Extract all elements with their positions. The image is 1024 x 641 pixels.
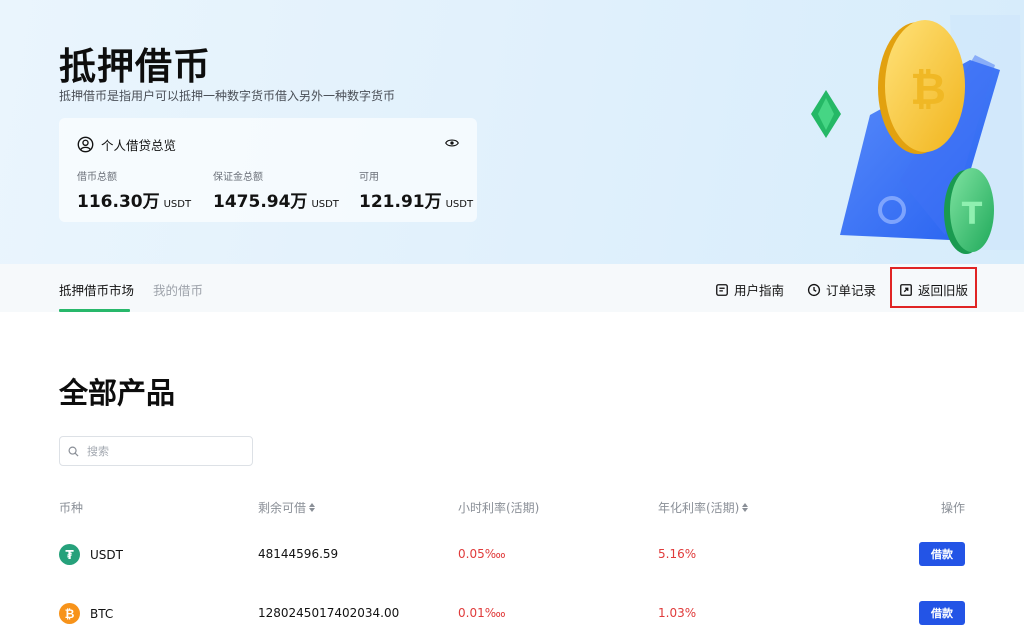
stat-label: 借币总额 <box>77 172 117 183</box>
table-row: ₮ USDT 48144596.59 0.05‱ 5.16% 借款 <box>0 535 1024 575</box>
stat-unit: USDT <box>445 199 474 210</box>
search-icon <box>68 446 79 457</box>
highlight-box <box>890 267 977 308</box>
stat-available: 可用 121.91万 USDT <box>359 168 473 212</box>
stat-unit: USDT <box>311 199 339 210</box>
remaining-cell: 1280245017402034.00 <box>258 606 400 620</box>
stat-value: 1475.94万 <box>213 192 308 212</box>
header-remaining[interactable]: 剩余可借 <box>258 499 316 516</box>
user-circle-icon <box>77 136 94 153</box>
stat-value: 121.91万 <box>359 192 442 212</box>
order-history-link[interactable]: 订单记录 <box>807 280 876 299</box>
annual-rate-cell: 1.03% <box>658 606 697 620</box>
header-annual-rate[interactable]: 年化利率(活期) <box>658 499 749 516</box>
tab-my-loans[interactable]: 我的借币 <box>153 280 203 299</box>
svg-text:₿: ₿ <box>910 64 946 115</box>
hourly-rate-cell: 0.01‱ <box>458 606 506 620</box>
borrow-button[interactable]: 借款 <box>919 601 965 625</box>
page-subtitle: 抵押借币是指用户可以抵押一种数字货币借入另外一种数字货币 <box>59 89 396 103</box>
document-icon <box>716 283 728 296</box>
section-title: 全部产品 <box>59 376 176 410</box>
hero-banner: 抵押借币 抵押借币是指用户可以抵押一种数字货币借入另外一种数字货币 个人借贷总览… <box>0 0 1024 264</box>
overview-title: 个人借贷总览 <box>101 138 177 153</box>
stat-total-margin: 保证金总额 1475.94万 USDT <box>213 168 339 212</box>
search-input[interactable] <box>87 444 237 458</box>
usdt-icon: ₮ <box>59 544 80 565</box>
order-history-label: 订单记录 <box>826 283 877 298</box>
sort-icon <box>742 503 749 512</box>
header-action: 操作 <box>941 501 966 515</box>
stat-label: 保证金总额 <box>213 172 263 183</box>
clock-icon <box>807 283 821 296</box>
btc-icon: ₿ <box>59 603 80 624</box>
svg-text:T: T <box>962 197 983 232</box>
remaining-cell: 48144596.59 <box>258 547 339 561</box>
eye-icon[interactable] <box>445 138 459 148</box>
stat-unit: USDT <box>163 199 192 210</box>
header-hourly-rate: 小时利率(活期) <box>458 501 540 515</box>
coin-cell: ₮ USDT <box>59 544 123 565</box>
sort-icon <box>309 503 316 512</box>
stat-total-borrowed: 借币总额 116.30万 USDT <box>77 168 191 212</box>
annual-rate-cell: 5.16% <box>658 547 697 561</box>
stat-label: 可用 <box>359 172 379 183</box>
tab-collateral-market[interactable]: 抵押借币市场 <box>59 280 134 299</box>
page-title: 抵押借币 <box>59 45 211 88</box>
user-guide-link[interactable]: 用户指南 <box>715 280 784 299</box>
user-guide-label: 用户指南 <box>734 283 785 298</box>
active-tab-indicator <box>59 309 130 312</box>
coin-name: BTC <box>90 606 114 621</box>
header-coin: 币种 <box>59 501 84 515</box>
coin-cell: ₿ BTC <box>59 603 113 624</box>
overview-header: 个人借贷总览 <box>77 135 176 154</box>
coins-illustration: ₿ T <box>811 15 1024 254</box>
stat-value: 116.30万 <box>77 192 160 212</box>
table-row: ₿ BTC 1280245017402034.00 0.01‱ 1.03% 借款 <box>0 594 1024 634</box>
borrow-button[interactable]: 借款 <box>919 542 965 566</box>
coin-name: USDT <box>90 547 123 562</box>
hourly-rate-cell: 0.05‱ <box>458 547 506 561</box>
loan-overview-card: 个人借贷总览 借币总额 116.30万 USDT 保证金总额 1475.94万 … <box>59 118 477 222</box>
search-box[interactable] <box>59 436 253 466</box>
